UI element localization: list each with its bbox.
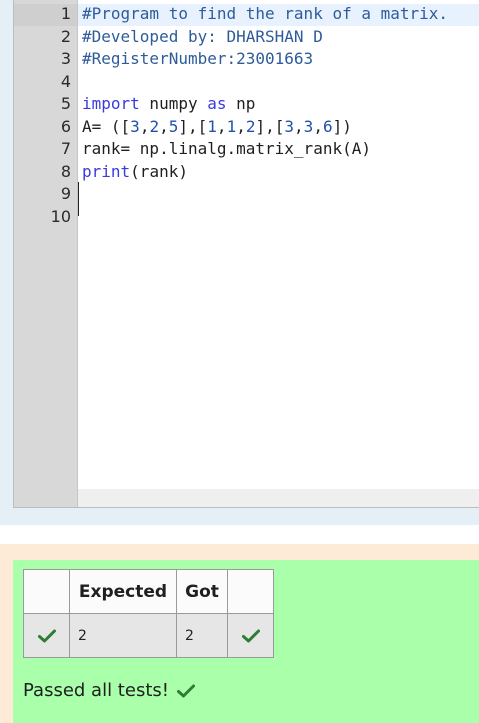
line-number: 10 — [50, 206, 71, 226]
code-token: , — [294, 116, 304, 136]
summary-text: Passed all tests! — [23, 680, 169, 701]
code-token: 3 — [130, 116, 140, 136]
line-number: 6 — [60, 116, 71, 136]
test-results-panel: Expected Got 2 2 Passed all tests! — [0, 544, 479, 723]
code-token: , — [313, 116, 323, 136]
code-line: #Developed by: DHARSHAN D — [82, 27, 323, 46]
code-token: rank= np.linalg.matrix_rank(A) — [82, 139, 371, 158]
code-token: #Developed by: DHARSHAN D — [82, 26, 323, 46]
code-editor-panel: 1 2 3 4 5 6 7 8 9 10 #Program to find the rank of… — [0, 0, 479, 525]
code-editor[interactable]: 1 2 3 4 5 6 7 8 9 10 #Program to find the rank of… — [13, 0, 479, 508]
got-value: 2 — [176, 613, 228, 658]
line-number-gutter: 1 2 3 4 5 6 7 8 9 10 — [14, 0, 78, 507]
code-token: , — [139, 116, 150, 136]
header-got: Got — [176, 569, 228, 614]
code-line: #Program to find the rank of a matrix. — [82, 4, 448, 23]
code-token: 1 — [226, 116, 237, 136]
code-line: print(rank) — [82, 162, 188, 181]
code-token: np — [226, 94, 256, 113]
code-token: 1 — [207, 116, 217, 136]
code-token: 5 — [168, 116, 179, 136]
code-line: import numpy as np — [82, 94, 255, 113]
code-token: (rank) — [130, 161, 188, 181]
code-token: ],[ — [255, 116, 285, 136]
code-token: 3 — [284, 116, 295, 136]
test-results-table: Expected Got 2 2 — [23, 569, 274, 658]
header-result-col — [227, 569, 274, 614]
code-token: 3 — [303, 116, 314, 136]
test-results-box: Expected Got 2 2 Passed all tests! — [13, 560, 479, 723]
code-token: , — [159, 116, 169, 136]
code-token: A= ([ — [82, 116, 131, 136]
line-number: 3 — [60, 49, 71, 68]
header-status-col — [23, 569, 70, 614]
code-token: ]) — [332, 116, 352, 136]
code-token: print — [82, 161, 131, 181]
table-header-row: Expected Got — [23, 569, 274, 614]
code-line: rank= np.linalg.matrix_rank(A) — [82, 139, 371, 158]
code-token: numpy — [139, 94, 208, 113]
table-row: 2 2 — [23, 613, 274, 658]
code-token: 6 — [322, 116, 333, 136]
code-token: as — [207, 94, 227, 113]
text-cursor — [78, 182, 79, 216]
line-number: 2 — [60, 26, 71, 46]
code-line: #RegisterNumber:23001663 — [82, 49, 313, 68]
line-number: 8 — [60, 161, 71, 181]
code-token: import — [82, 94, 140, 113]
code-token: , — [236, 116, 246, 136]
check-icon — [241, 629, 260, 642]
code-token: ],[ — [178, 116, 208, 136]
line-number: 1 — [60, 4, 71, 23]
line-number: 5 — [60, 94, 71, 113]
header-expected: Expected — [69, 569, 177, 614]
code-token: #RegisterNumber:23001663 — [82, 49, 314, 68]
row-result-indicator — [227, 613, 274, 658]
passed-all-tests-message: Passed all tests! — [23, 680, 195, 701]
code-line: A= ([3,2,5],[1,1,2],[3,3,6]) — [82, 117, 352, 136]
line-number: 9 — [60, 184, 71, 203]
code-text-area[interactable]: #Program to find the rank of a matrix. #D… — [78, 0, 479, 489]
code-token: , — [216, 116, 227, 136]
line-number: 7 — [60, 139, 71, 158]
row-pass-indicator — [23, 613, 70, 658]
check-icon — [37, 629, 56, 642]
code-token: #Program to find the rank of a matrix. — [82, 4, 449, 23]
line-number: 4 — [60, 71, 71, 91]
check-icon — [176, 684, 195, 697]
code-token: 2 — [149, 116, 160, 136]
expected-value: 2 — [69, 613, 177, 658]
